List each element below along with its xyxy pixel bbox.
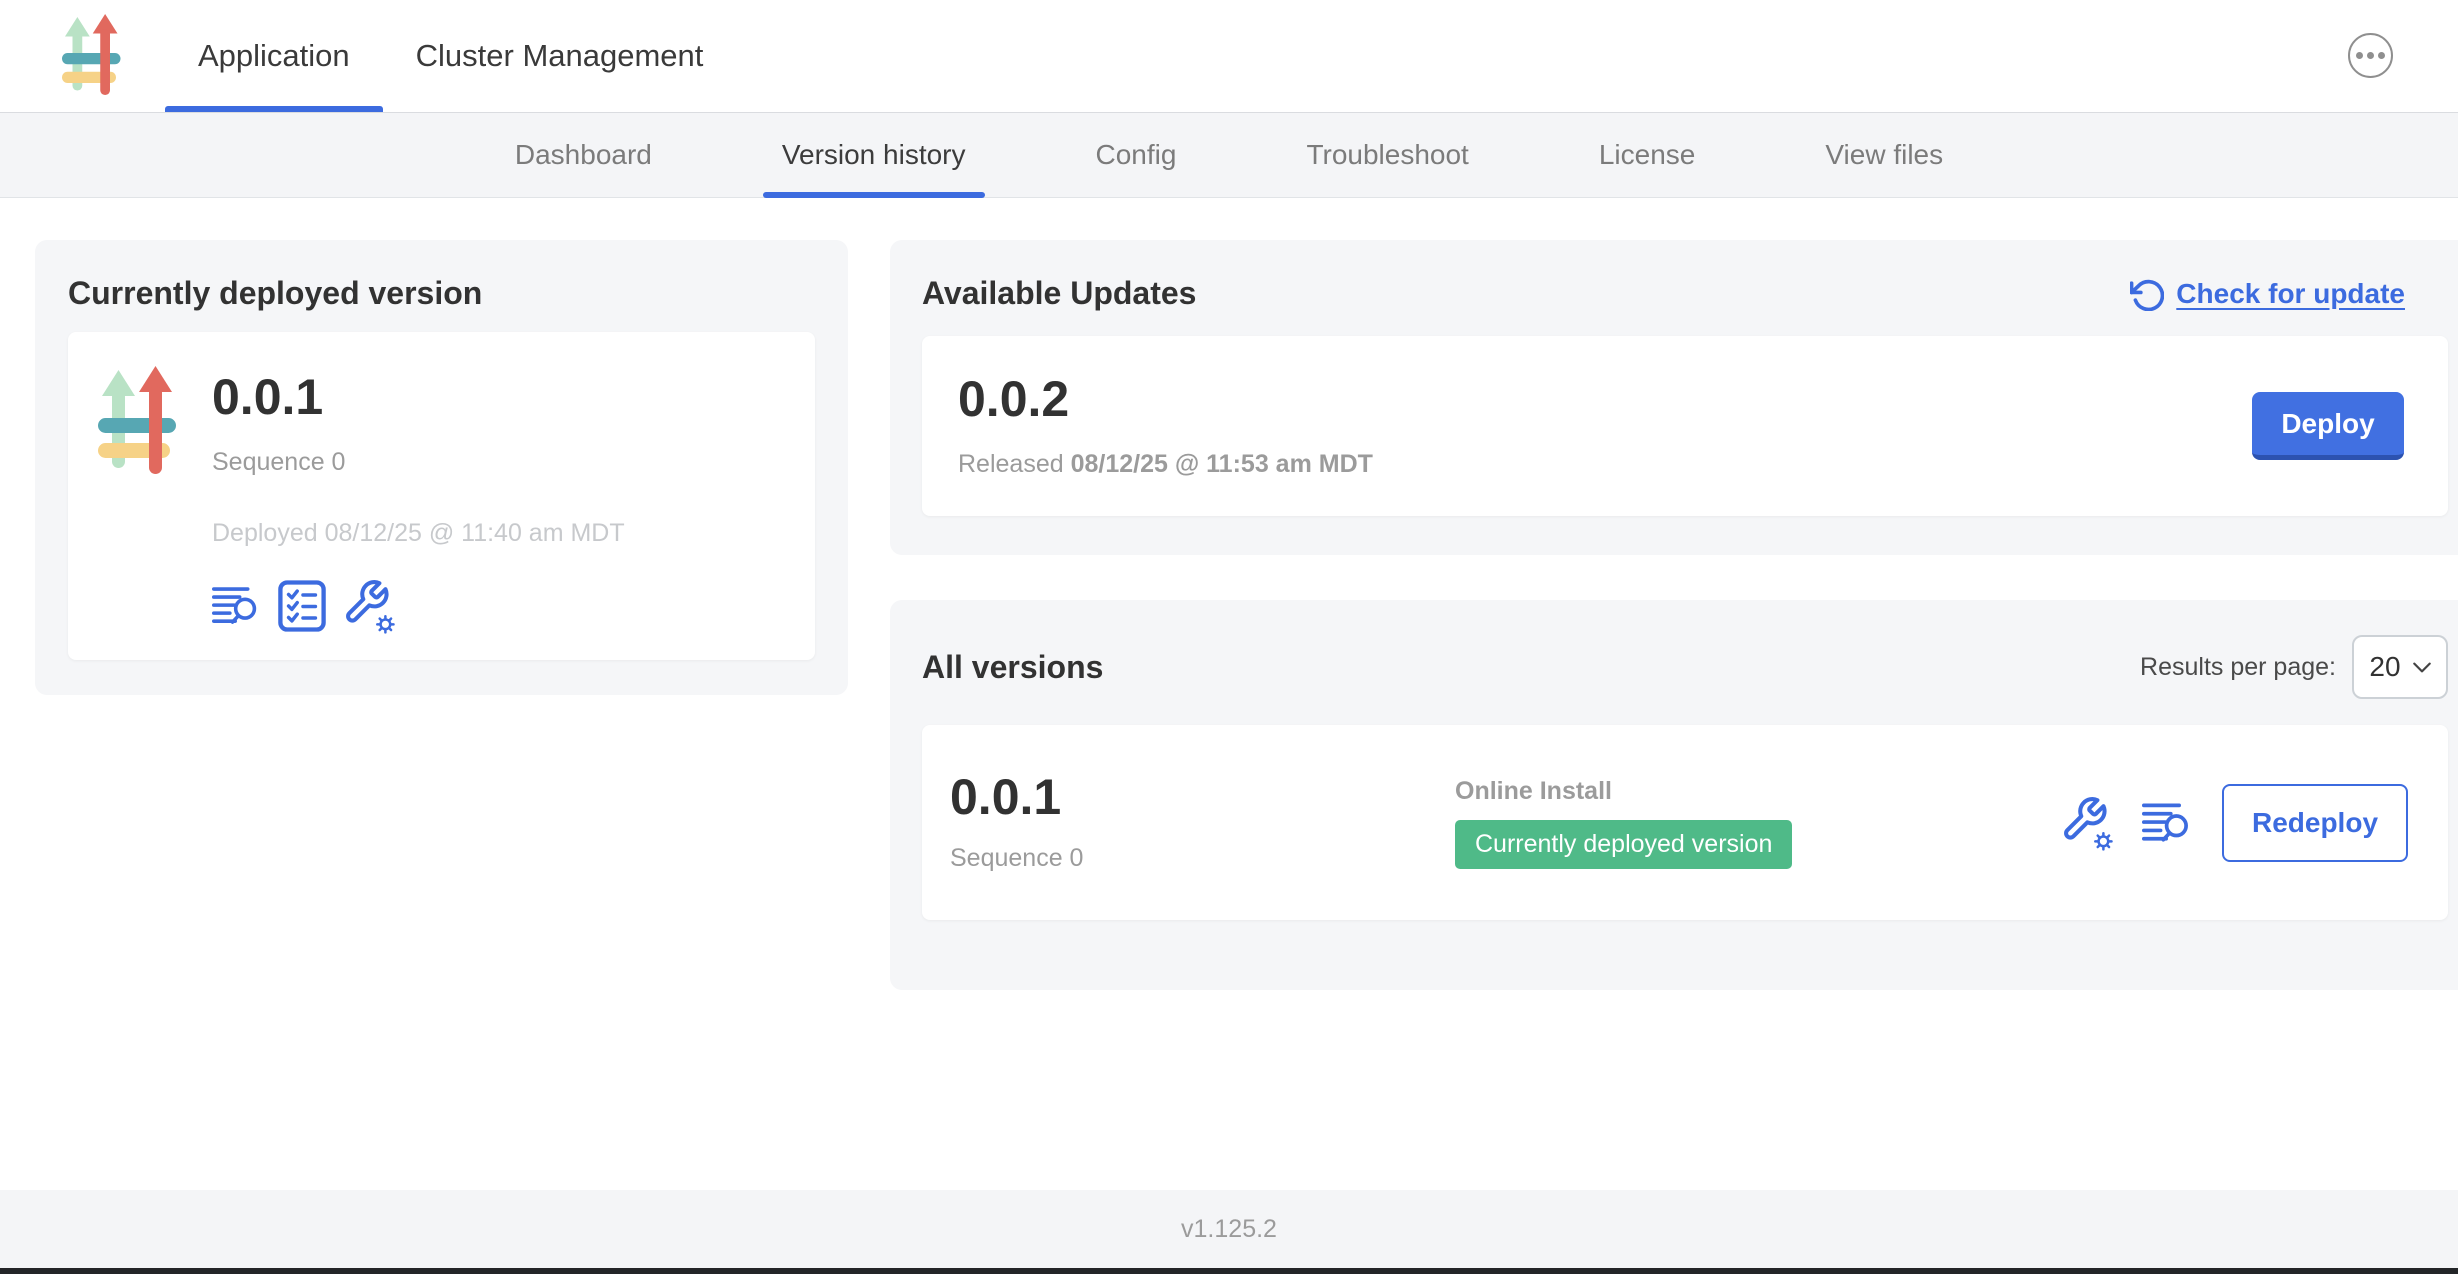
all-versions-panel: All versions Results per page: 20 0.0.1 …: [890, 600, 2458, 990]
version-row-number: 0.0.1: [950, 772, 1455, 822]
app-logo-icon: [62, 9, 122, 103]
results-per-page-select[interactable]: 20: [2352, 635, 2448, 699]
subnav-troubleshoot[interactable]: Troubleshoot: [1287, 113, 1487, 197]
version-row-actions: Redeploy: [2060, 784, 2408, 862]
results-per-page-value: 20: [2369, 651, 2400, 683]
subnav-version-history[interactable]: Version history: [763, 113, 985, 197]
available-updates-panel: Available Updates Check for update 0.0.2…: [890, 240, 2458, 555]
edit-config-icon[interactable]: [342, 578, 396, 634]
right-column: Available Updates Check for update 0.0.2…: [890, 240, 2458, 990]
header-tabs: Application Cluster Management: [165, 0, 736, 112]
version-row-info: 0.0.1 Sequence 0: [950, 772, 1455, 873]
available-update-card: 0.0.2 Released 08/12/25 @ 11:53 am MDT D…: [922, 336, 2448, 516]
ellipsis-icon: [2356, 52, 2363, 59]
version-row-status: Online Install Currently deployed versio…: [1455, 777, 2060, 869]
check-for-update-link[interactable]: Check for update: [2130, 277, 2405, 311]
app-footer: v1.125.2: [0, 1190, 2458, 1268]
app-version-icon: [98, 366, 178, 478]
release-diff-icon[interactable]: [2142, 800, 2194, 846]
released-date: 08/12/25 @ 11:53 am MDT: [1071, 450, 1373, 478]
all-versions-header: All versions Results per page: 20: [922, 635, 2448, 699]
chevron-down-icon: [2413, 662, 2431, 673]
version-row: 0.0.1 Sequence 0 Online Install Currentl…: [922, 725, 2448, 920]
results-per-page-label: Results per page:: [2140, 653, 2336, 682]
currently-deployed-title: Currently deployed version: [68, 275, 815, 312]
app-header: Application Cluster Management: [0, 0, 2458, 113]
current-version-actions: [212, 578, 625, 634]
deploy-button[interactable]: Deploy: [2252, 392, 2404, 460]
all-versions-title: All versions: [922, 649, 1103, 686]
preflight-checks-icon[interactable]: [278, 580, 326, 632]
version-row-sequence: Sequence 0: [950, 844, 1455, 873]
ellipsis-icon: [2378, 52, 2385, 59]
subnav-view-files[interactable]: View files: [1806, 113, 1962, 197]
available-updates-title: Available Updates: [922, 275, 1196, 312]
tab-application[interactable]: Application: [165, 0, 383, 112]
subnav-config[interactable]: Config: [1077, 113, 1196, 197]
subnav-license[interactable]: License: [1580, 113, 1715, 197]
check-for-update-label: Check for update: [2176, 278, 2405, 310]
available-updates-header: Available Updates Check for update: [922, 275, 2448, 312]
current-version-body: 0.0.1 Sequence 0 Deployed 08/12/25 @ 11:…: [212, 356, 625, 636]
window-bottom-edge: [0, 1268, 2458, 1274]
update-version-number: 0.0.2: [958, 374, 1373, 424]
ellipsis-icon: [2367, 52, 2374, 59]
more-menu-button[interactable]: [2348, 33, 2393, 78]
currently-deployed-panel: Currently deployed version 0.0.1 Sequenc…: [35, 240, 848, 695]
current-version-sequence: Sequence 0: [212, 448, 625, 477]
currently-deployed-card: 0.0.1 Sequence 0 Deployed 08/12/25 @ 11:…: [68, 332, 815, 660]
current-version-number: 0.0.1: [212, 372, 625, 422]
subnav-dashboard[interactable]: Dashboard: [496, 113, 671, 197]
update-released-timestamp: Released 08/12/25 @ 11:53 am MDT: [958, 450, 1373, 479]
results-per-page: Results per page: 20: [2140, 635, 2448, 699]
console-version: v1.125.2: [1181, 1215, 1277, 1244]
app-subnav: Dashboard Version history Config Trouble…: [0, 113, 2458, 198]
currently-deployed-badge: Currently deployed version: [1455, 820, 1792, 869]
current-version-deployed-timestamp: Deployed 08/12/25 @ 11:40 am MDT: [212, 519, 625, 548]
edit-config-icon[interactable]: [2060, 795, 2114, 851]
app-logo: [62, 9, 122, 103]
refresh-icon: [2130, 277, 2164, 311]
tab-cluster-management[interactable]: Cluster Management: [383, 0, 737, 112]
available-update-info: 0.0.2 Released 08/12/25 @ 11:53 am MDT: [958, 374, 1373, 479]
released-prefix: Released: [958, 450, 1071, 478]
install-type-label: Online Install: [1455, 777, 2060, 806]
release-diff-icon[interactable]: [212, 583, 262, 629]
main-content: Currently deployed version 0.0.1 Sequenc…: [0, 198, 2458, 1190]
redeploy-button[interactable]: Redeploy: [2222, 784, 2408, 862]
